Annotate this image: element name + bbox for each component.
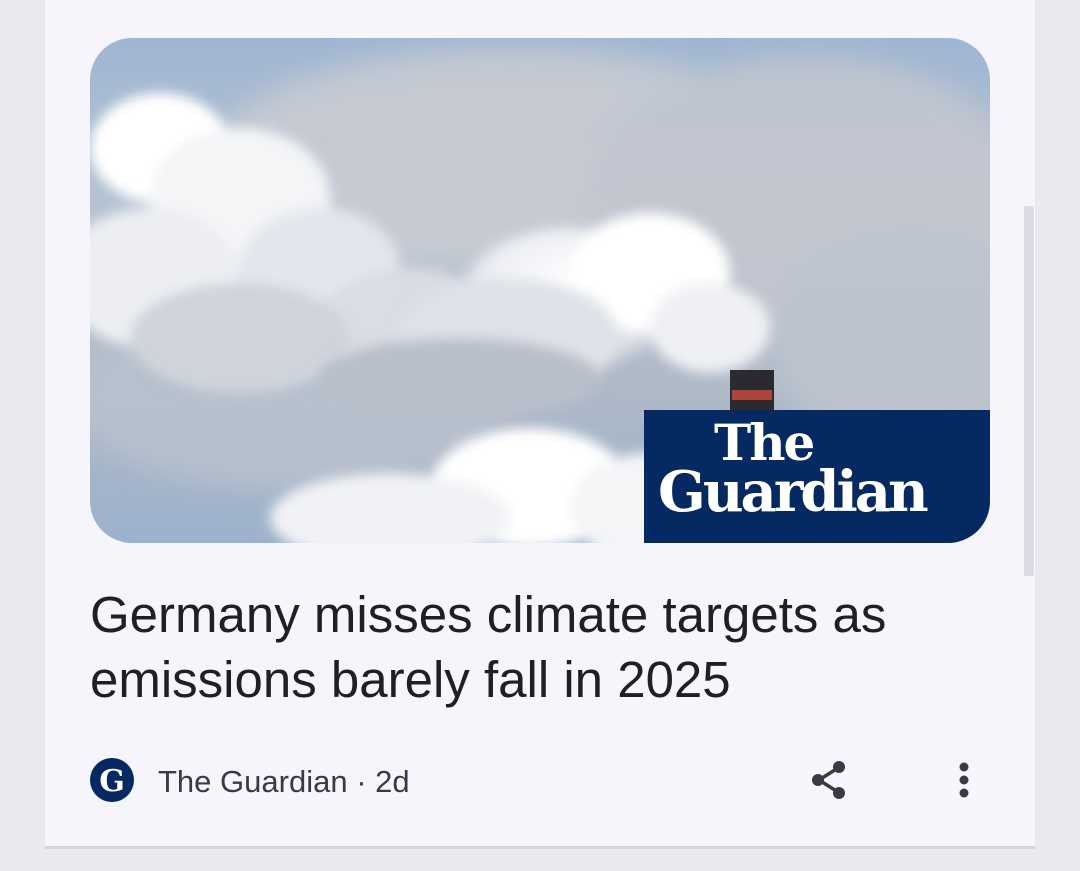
more-vert-icon: [959, 762, 969, 798]
more-options-button[interactable]: [940, 756, 988, 804]
article-image[interactable]: The Guardian: [90, 38, 990, 543]
guardian-g-logo-icon: G: [90, 758, 134, 802]
article-headline[interactable]: Germany misses climate targets as emissi…: [90, 582, 990, 712]
share-button[interactable]: [804, 756, 854, 804]
share-icon: [812, 761, 845, 799]
source-meta: The Guardian · 2d: [158, 764, 410, 800]
brand-word-guardian: Guardian: [658, 459, 929, 525]
meta-separator: ·: [356, 764, 367, 799]
article-age: 2d: [375, 764, 410, 799]
guardian-brand-overlay: The Guardian: [644, 410, 990, 543]
source-row: G The Guardian · 2d: [90, 756, 990, 804]
svg-text:G: G: [99, 764, 125, 799]
card-divider: [45, 846, 1035, 849]
scrollbar[interactable]: [1024, 206, 1034, 576]
source-name[interactable]: The Guardian: [158, 764, 348, 799]
